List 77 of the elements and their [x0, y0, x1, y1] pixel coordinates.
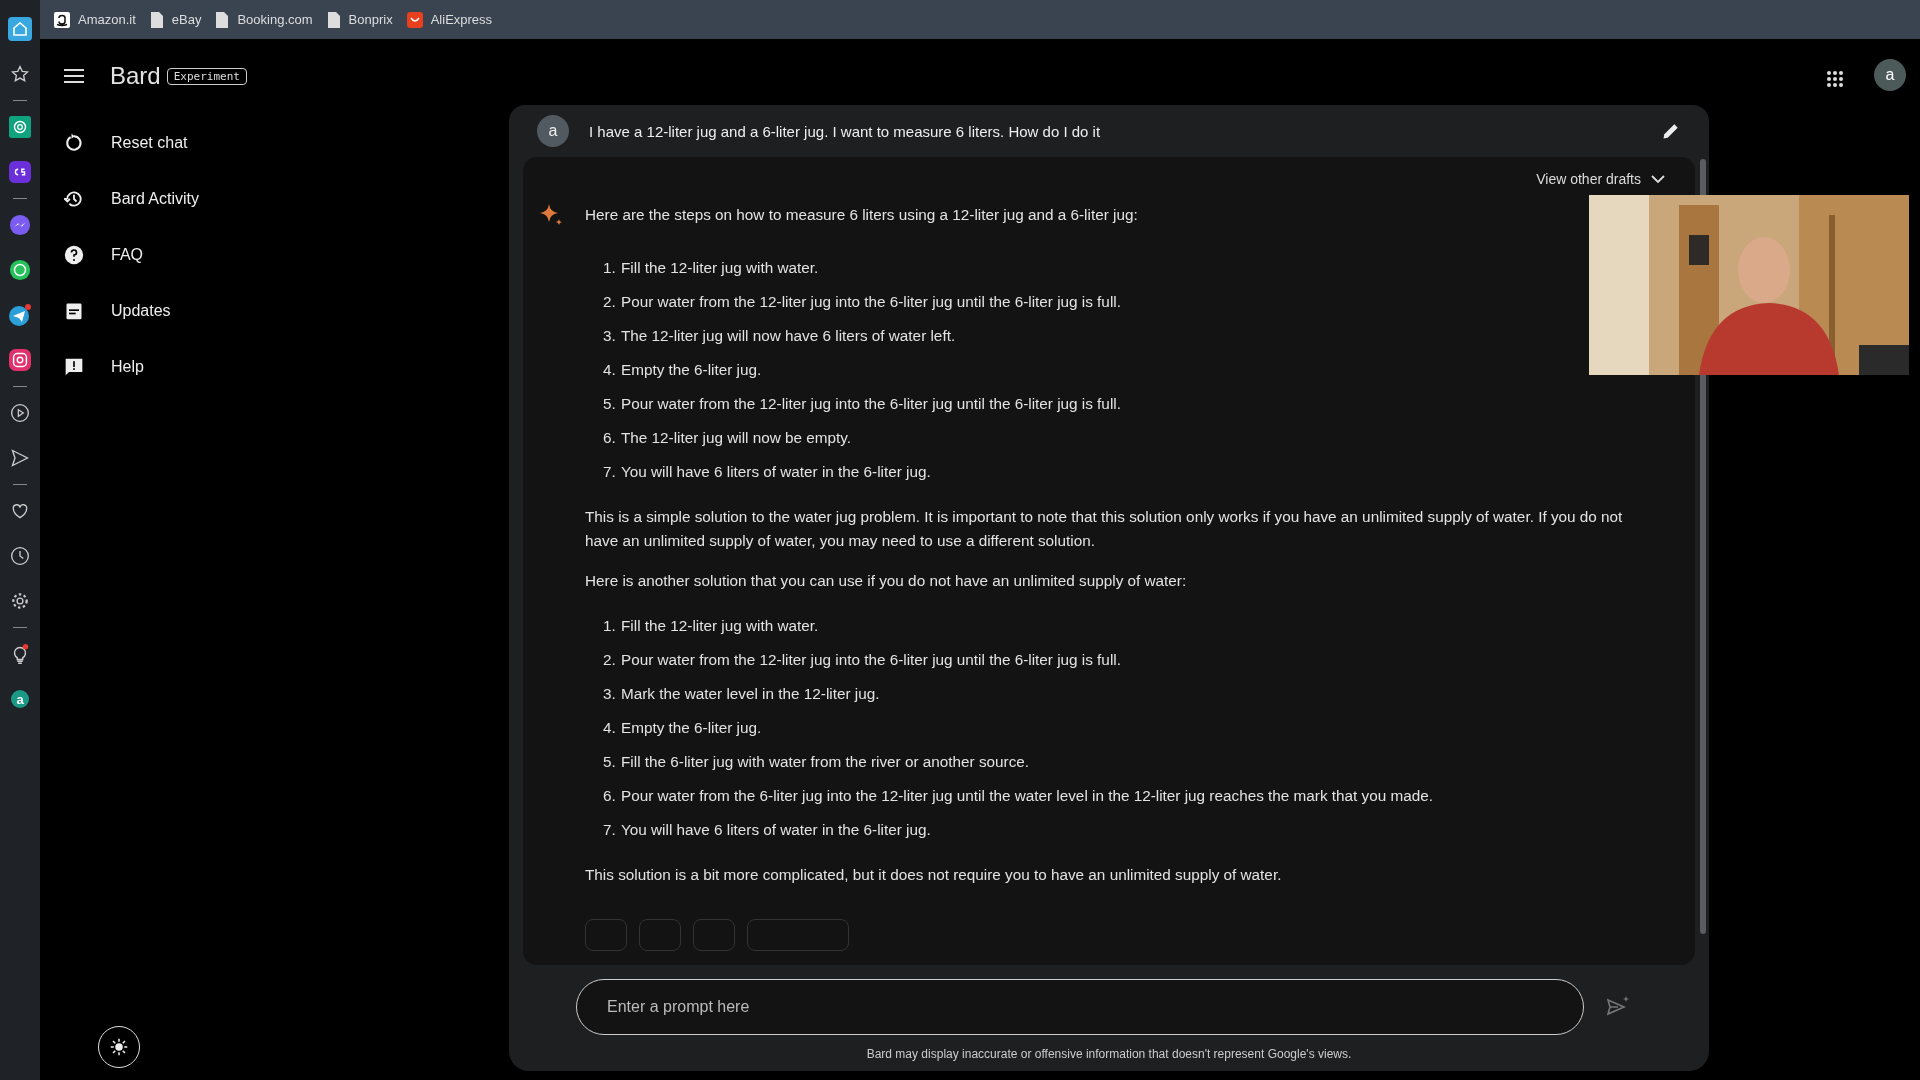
bookmark-link[interactable]: Booking.com — [215, 11, 313, 28]
list-number: 6. — [603, 429, 617, 447]
list-number: 2. — [603, 293, 617, 311]
bookmark-link[interactable]: AliExpress — [406, 11, 493, 28]
reset-icon — [64, 133, 84, 153]
home-icon[interactable] — [8, 17, 32, 41]
chevron-down-icon — [1651, 174, 1665, 184]
sidebar-item[interactable]: Bard Activity — [24, 171, 284, 227]
feedback-icon — [64, 357, 84, 377]
history-icon — [64, 189, 84, 209]
shopping-bag-icon — [406, 11, 423, 28]
help-icon — [64, 245, 84, 265]
list-item-text: Pour water from the 6-liter jug into the 12-liter jug until the water level in the 12-liter jug reaches the mark that you made. — [621, 787, 1433, 805]
list-item-text: Fill the 12-liter jug with water. — [621, 259, 819, 277]
list-number: 3. — [603, 685, 617, 703]
list-item-text: Empty the 6-liter jug. — [621, 361, 762, 379]
page-icon — [149, 11, 164, 28]
response-paragraph: This is a simple solution to the water jug problem. It is important to note that this solution only works if you have an unlimited supply of water. If you do not have an unlimited supply of water, you may need to use a different solution. — [585, 507, 1624, 551]
prompt-text: I have a 12-liter jug and a 6-liter jug. I want to measure 6 liters. How do I do it — [589, 122, 1102, 140]
list-number: 1. — [603, 259, 617, 277]
paper-plane-icon[interactable] — [8, 303, 32, 327]
page-icon — [326, 11, 341, 28]
experiment-badge: Experiment — [166, 67, 247, 85]
bookmark-link[interactable]: Bonprix — [326, 11, 393, 28]
sparkle-icon — [539, 203, 563, 227]
list-item-text: Pour water from the 12-liter jug into the 6-liter jug until the 6-liter jug is full. — [621, 395, 1121, 413]
camera-icon[interactable] — [9, 349, 31, 371]
response-paragraph: Here are the steps on how to measure 6 liters using a 12-liter jug and a 6-liter jug: — [585, 205, 1139, 225]
list-item-text: You will have 6 liters of water in the 6-liter jug. — [621, 463, 931, 481]
clock-icon[interactable] — [10, 546, 30, 566]
bookmark-link[interactable]: eBay — [149, 11, 202, 28]
response-paragraph: This solution is a bit more complicated, but it does not require you to have an unlimited supply of water. — [585, 865, 1283, 885]
calendar-icon — [64, 301, 84, 321]
settings-icon[interactable] — [10, 591, 30, 611]
sidebar-item[interactable]: Help — [24, 339, 284, 395]
list-item-text: The 12-liter jug will now be empty. — [621, 429, 852, 447]
prompt-input[interactable]: Enter a prompt here — [576, 979, 1584, 1035]
drafts-toggle[interactable]: View other drafts — [1536, 171, 1665, 187]
list-number: 5. — [603, 753, 617, 771]
list-number: 5. — [603, 395, 617, 413]
user-avatar: a — [537, 115, 569, 147]
list-item-text: Fill the 6-liter jug with water from the river or another source. — [621, 753, 1030, 771]
response-paragraph: Here is another solution that you can use if you do not have an unlimited supply of water: — [585, 571, 1188, 591]
list-number: 1. — [603, 617, 617, 635]
disclaimer-text: Bard may display inaccurate or offensive information that doesn't represent Google's views. — [865, 1047, 1353, 1061]
list-item-text: The 12-liter jug will now have 6 liters of water left. — [621, 327, 956, 345]
apps-grid-icon[interactable] — [1826, 70, 1844, 88]
account-avatar[interactable]: a — [1874, 59, 1906, 91]
list-item-text: Pour water from the 12-liter jug into the 6-liter jug until the 6-liter jug is full. — [621, 651, 1121, 669]
chatbot-icon[interactable] — [9, 116, 31, 138]
sidebar-item[interactable]: Reset chat — [24, 115, 284, 171]
edit-icon[interactable] — [1661, 121, 1681, 141]
list-number: 2. — [603, 651, 617, 669]
list-item-text: Pour water from the 12-liter jug into the 6-liter jug until the 6-liter jug is full. — [621, 293, 1121, 311]
list-number: 6. — [603, 787, 617, 805]
list-item-text: Mark the water level in the 12-liter jug. — [621, 685, 880, 703]
play-icon[interactable] — [10, 403, 30, 423]
sidebar-item[interactable]: FAQ — [24, 227, 284, 283]
app-icon[interactable] — [9, 161, 31, 183]
bookmark-link[interactable]: Amazon.it — [54, 11, 136, 28]
sidebar-item[interactable]: Updates — [24, 283, 284, 339]
sun-icon — [110, 1038, 128, 1056]
list-item-text: You will have 6 liters of water in the 6-liter jug. — [621, 821, 931, 839]
list-number: 3. — [603, 327, 617, 345]
list-number: 4. — [603, 361, 617, 379]
app-title: Bard — [110, 62, 161, 90]
list-number: 7. — [603, 821, 617, 839]
list-number: 7. — [603, 463, 617, 481]
messenger-icon[interactable] — [9, 214, 31, 236]
send-icon[interactable] — [10, 448, 30, 468]
page-icon — [215, 11, 230, 28]
heart-icon[interactable] — [10, 501, 30, 521]
menu-icon[interactable] — [64, 69, 84, 83]
list-number: 4. — [603, 719, 617, 737]
list-item-text: Empty the 6-liter jug. — [621, 719, 762, 737]
list-item-text: Fill the 12-liter jug with water. — [621, 617, 819, 635]
star-icon[interactable] — [10, 64, 30, 84]
